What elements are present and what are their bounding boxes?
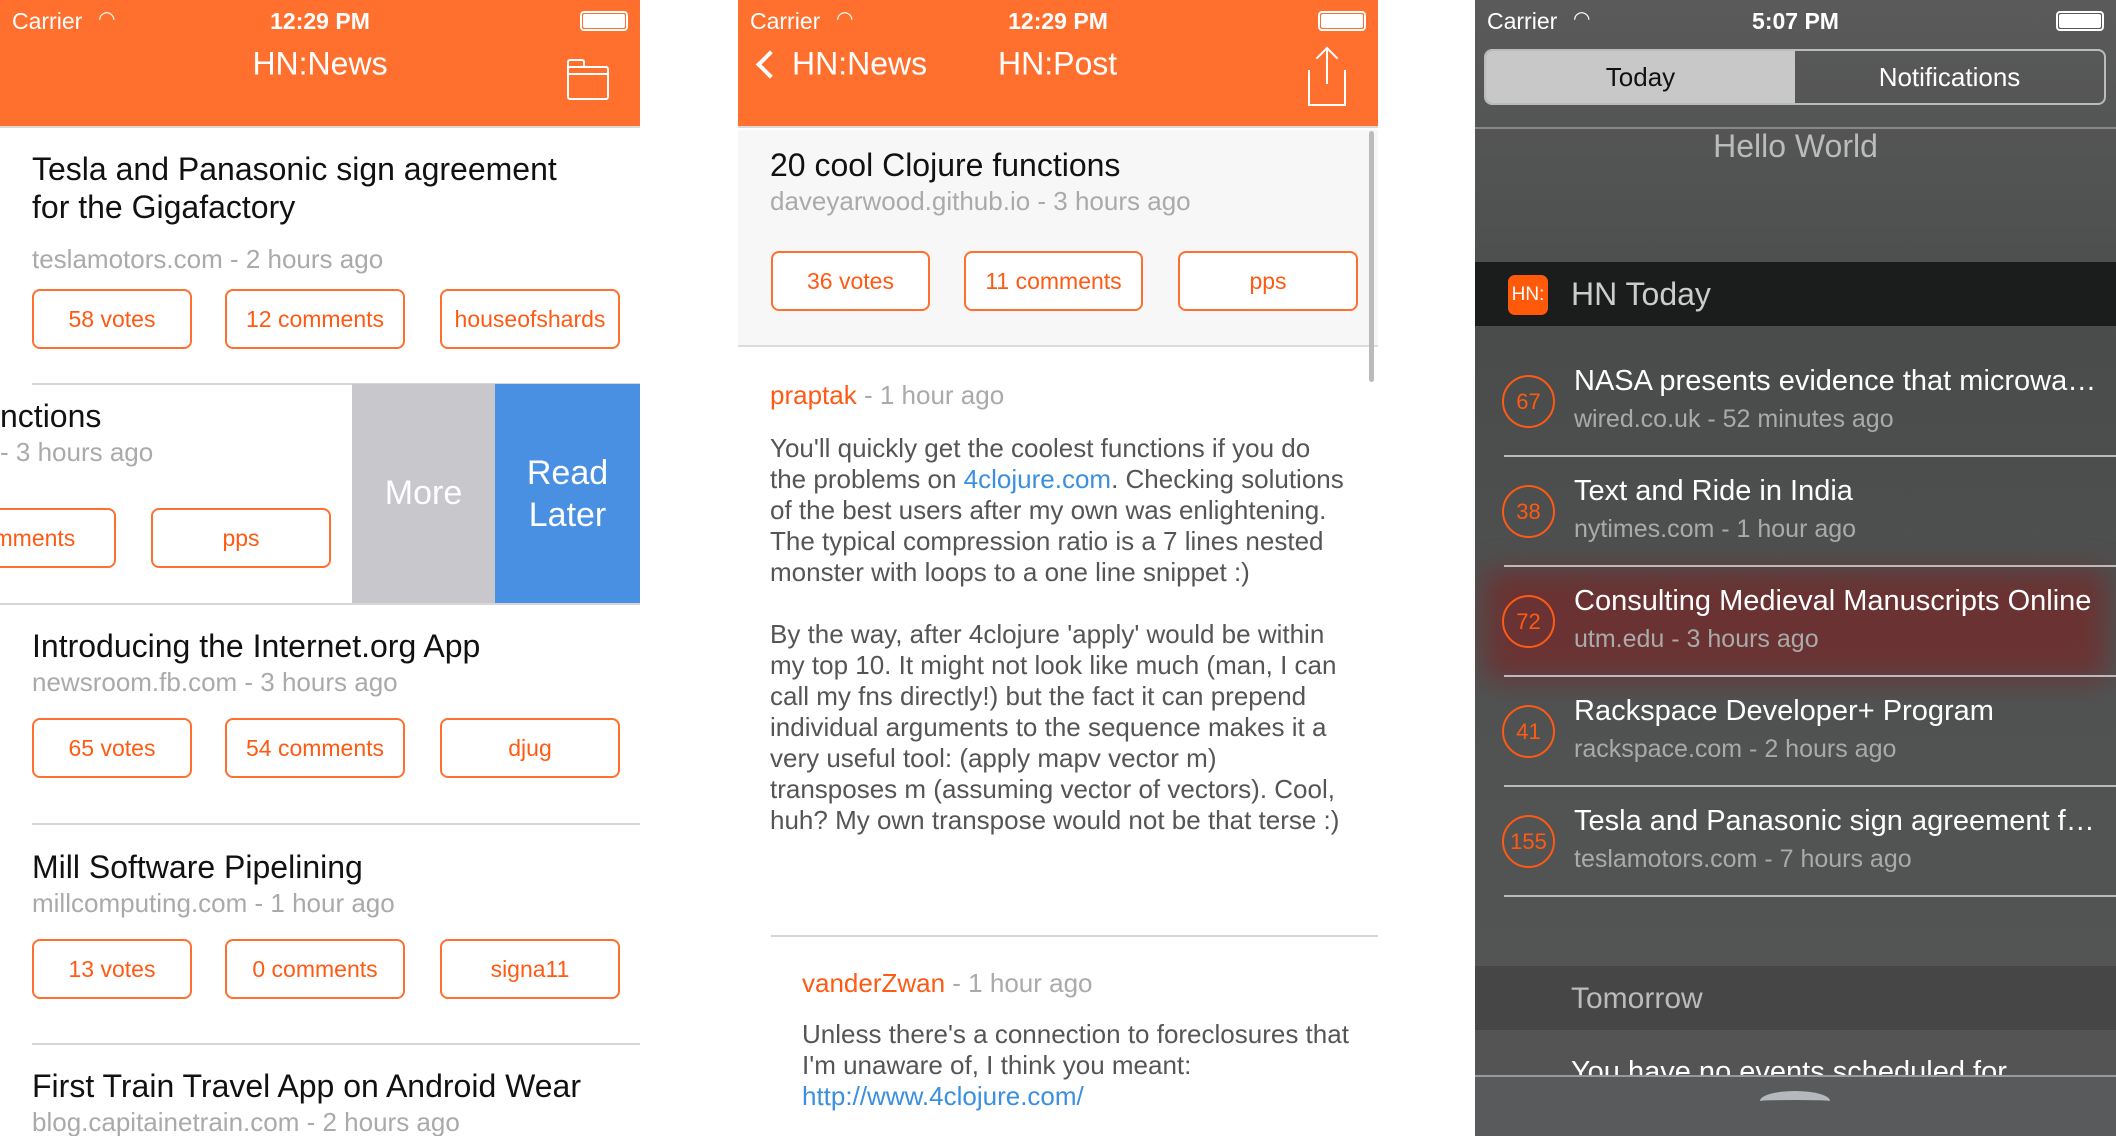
comment-author[interactable]: vanderZwan [802,968,945,998]
comments-button[interactable]: 54 comments [225,718,405,778]
share-icon[interactable] [1308,46,1346,106]
story-title: Introducing the Internet.org App [32,628,481,664]
score-badge: 38 [1502,485,1555,538]
post-meta: daveyarwood.github.io - 3 hours ago [770,186,1191,216]
swipe-read-later-button[interactable]: Read Later [495,384,640,603]
divider [0,603,640,605]
user-button[interactable]: pps [151,508,331,568]
score-badge: 41 [1502,705,1555,758]
hn-app-icon: HN: [1508,275,1548,315]
widget-story-meta: nytimes.com - 1 hour ago [1574,515,1857,543]
votes-button[interactable]: 13 votes [32,939,192,999]
widget-header: HN: HN Today [1475,262,2116,326]
divider [771,935,1378,937]
story-meta: teslamotors.com - 2 hours ago [32,244,384,274]
user-button[interactable]: djug [440,718,620,778]
comment-time: - 1 hour ago [945,968,1093,998]
votes-button[interactable]: 58 votes [32,289,192,349]
story-title: First Train Travel App on Android Wear [32,1068,581,1104]
post-title: 20 cool Clojure functions [770,147,1121,183]
widget-title: HN Today [1571,276,1711,312]
clock: 5:07 PM [1752,8,1839,34]
comments-button[interactable]: 11 comments [964,251,1143,311]
divider [32,823,640,825]
widget-story-meta: wired.co.uk - 52 minutes ago [1574,405,1894,433]
story-meta: millcomputing.com - 1 hour ago [32,888,395,918]
comment-text: You'll quickly get the coolest functions… [770,433,1344,587]
comment: praptak - 1 hour ago You'll quickly get … [770,380,1350,836]
widget-story-row[interactable]: 38 Text and Ride in India nytimes.com - … [1475,457,2116,567]
comment-link[interactable]: http://www.4clojure.com/ [802,1081,1084,1111]
chevron-left-icon [755,49,785,79]
news-list-screen: HN:News Carrier ◠ 12:29 PM Tesla and Pan… [0,0,640,1136]
divider [1504,895,2116,897]
post-header: 20 cool Clojure functions daveyarwood.gi… [738,130,1378,347]
comment-link[interactable]: 4clojure.com [964,464,1111,494]
comment-author[interactable]: praptak [770,380,857,410]
status-bar: Carrier ◠ 12:29 PM [738,0,1378,40]
story-title: Tesla and Panasonic sign agreement for t… [32,151,557,225]
tab-today[interactable]: Today [1486,51,1795,103]
nav-title: HN:Post [998,45,1118,82]
widget-story-title: NASA presents evidence that microwave th… [1574,365,2106,397]
scrollbar[interactable] [1369,131,1374,382]
battery-icon [1318,11,1366,31]
widget-story-title: Rackspace Developer+ Program [1574,695,1994,727]
comments-button[interactable]: 0 comments [225,939,405,999]
battery-icon [580,11,628,31]
story-meta: - 3 hours ago [0,437,154,467]
widget-story-meta: utm.edu - 3 hours ago [1574,625,1819,653]
comments-button[interactable]: 12 comments [225,289,405,349]
folder-icon[interactable] [567,59,609,100]
back-label: HN:News [792,45,928,82]
clock: 12:29 PM [1008,8,1108,34]
user-button[interactable]: signa11 [440,939,620,999]
notification-center: Carrier ◠ 5:07 PM Today Notifications He… [1475,0,2116,1136]
widget-story-meta: teslamotors.com - 7 hours ago [1574,845,1912,873]
widget-story-title: Consulting Medieval Manuscripts Online [1574,585,2092,617]
comment-reply: vanderZwan - 1 hour ago Unless there's a… [802,968,1362,1112]
grabber-handle[interactable] [1760,1091,1830,1111]
post-screen: HN:News HN:Post Carrier ◠ 12:29 PM 20 co… [738,0,1378,1136]
score-badge: 155 [1502,815,1555,868]
votes-button[interactable]: 36 votes [771,251,930,311]
comment-time: - 1 hour ago [856,380,1005,410]
score-badge: 72 [1502,595,1555,648]
user-button[interactable]: houseofshards [440,289,620,349]
comment-text: By the way, after 4clojure 'apply' would… [770,619,1340,835]
divider [32,1043,640,1045]
status-bar: Carrier ◠ 5:07 PM [1475,0,2116,40]
comments-button[interactable]: omments [0,508,116,568]
widget-story-row[interactable]: 41 Rackspace Developer+ Program rackspac… [1475,677,2116,787]
widget-story-row[interactable]: 72 Consulting Medieval Manuscripts Onlin… [1475,567,2116,677]
widget-story-meta: rackspace.com - 2 hours ago [1574,735,1897,763]
score-badge: 67 [1502,375,1555,428]
comment-text: Unless there's a connection to foreclosu… [802,1019,1349,1111]
battery-icon [2056,11,2104,31]
swipe-more-button[interactable]: More [352,384,495,603]
widget-story-title: Tesla and Panasonic sign agreement for t… [1574,805,2106,837]
back-button[interactable]: HN:News [752,46,927,83]
tab-notifications[interactable]: Notifications [1795,51,2104,103]
widget-story-title: Text and Ride in India [1574,475,1853,507]
user-button[interactable]: pps [1178,251,1358,311]
hello-widget-text: Hello World [1713,128,1878,164]
story-title: Mill Software Pipelining [32,849,363,885]
widget-story-row[interactable]: 155 Tesla and Panasonic sign agreement f… [1475,787,2116,897]
widget-story-row[interactable]: 67 NASA presents evidence that microwave… [1475,347,2116,457]
segmented-control: Today Notifications [1484,49,2106,105]
clock: 12:29 PM [270,8,370,34]
status-bar: Carrier ◠ 12:29 PM [0,0,640,40]
tomorrow-header: Tomorrow [1475,966,2116,1030]
story-meta: blog.capitainetrain.com - 2 hours ago [32,1107,460,1136]
story-meta: newsroom.fb.com - 3 hours ago [32,667,398,697]
nav-title: HN:News [252,45,388,82]
bottom-bar [1475,1075,2116,1136]
votes-button[interactable]: 65 votes [32,718,192,778]
